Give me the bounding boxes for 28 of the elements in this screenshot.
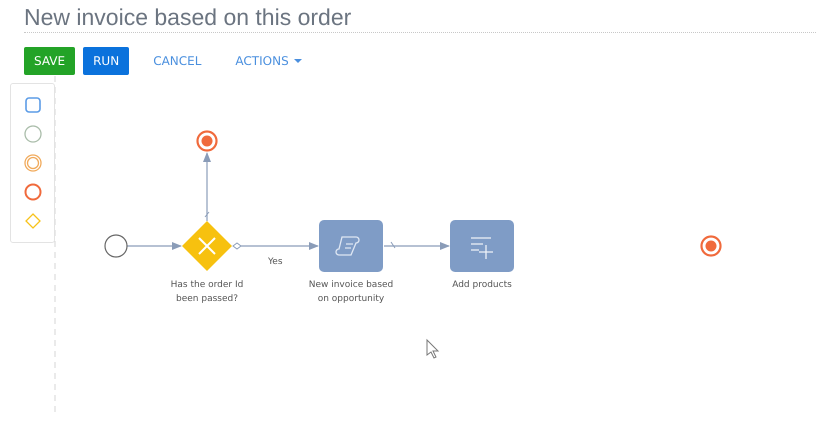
link-button[interactable]: CANCEL <box>143 47 212 75</box>
list-add-icon <box>470 237 494 260</box>
end-event[interactable] <box>196 130 218 152</box>
connector[interactable] <box>203 152 211 221</box>
connector[interactable] <box>232 242 319 250</box>
connector[interactable] <box>384 242 450 250</box>
task-node[interactable] <box>450 220 514 272</box>
mouse-cursor-icon <box>426 338 440 359</box>
flow-label: Yes <box>268 257 283 267</box>
run-button[interactable]: RUN <box>83 47 130 75</box>
node-label: Add products <box>452 280 512 290</box>
node-label: Has the order Id been passed? <box>170 280 244 304</box>
task-shape-icon[interactable] <box>24 96 42 114</box>
intermediate-shape-icon[interactable] <box>24 154 42 172</box>
end-event[interactable] <box>700 235 722 257</box>
end-shape-icon[interactable] <box>24 183 42 202</box>
actions-menu-button[interactable]: ACTIONS <box>225 47 312 75</box>
gateway-shape-icon[interactable] <box>24 212 42 230</box>
start-shape-icon[interactable] <box>24 124 42 143</box>
page-title: New invoice based on this order <box>24 3 352 32</box>
node-label: New invoice based on opportunity <box>308 280 394 304</box>
save-button[interactable]: SAVE <box>24 47 76 75</box>
scroll-icon <box>335 236 360 256</box>
exclusive-gateway[interactable] <box>182 221 232 271</box>
connector[interactable] <box>127 242 182 250</box>
task-node[interactable] <box>319 220 383 272</box>
start-event[interactable] <box>104 234 128 258</box>
caret-icon <box>294 58 302 64</box>
